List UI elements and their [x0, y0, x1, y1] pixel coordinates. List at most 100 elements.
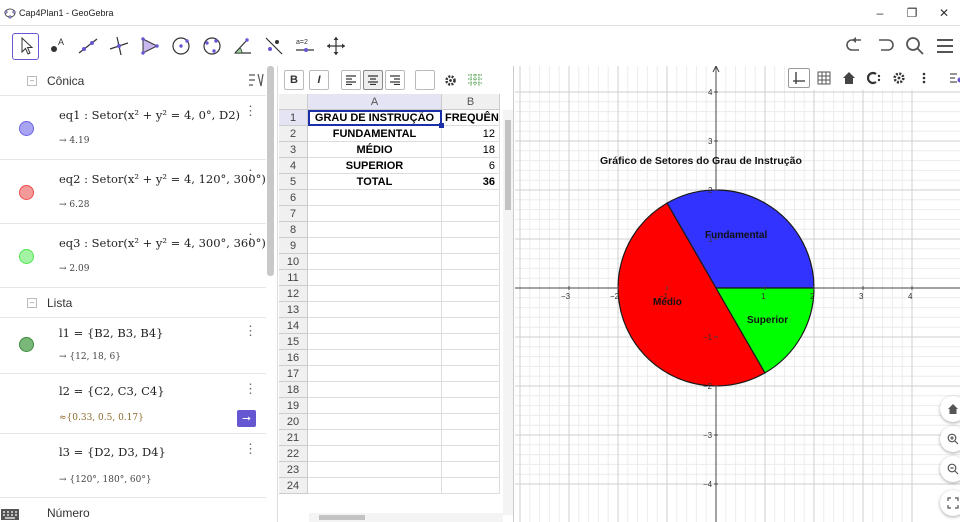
zoom-in-button[interactable] [940, 426, 960, 452]
cell-A11[interactable] [308, 270, 442, 286]
cell-A21[interactable] [308, 430, 442, 446]
more-options-button[interactable] [913, 68, 935, 88]
corner-header[interactable] [279, 94, 308, 110]
cell-color-button[interactable] [415, 70, 435, 90]
cell-B16[interactable] [442, 350, 500, 366]
row-header-4[interactable]: 4 [279, 158, 308, 174]
copy-style-button[interactable] [863, 68, 885, 88]
column-header-A[interactable]: A [308, 94, 442, 110]
cell-A22[interactable] [308, 446, 442, 462]
cell-B1[interactable]: FREQUÊN [442, 110, 500, 126]
fullscreen-button[interactable] [940, 490, 960, 516]
row-header-24[interactable]: 24 [279, 478, 308, 494]
row-header-12[interactable]: 12 [279, 286, 308, 302]
output-toggle-button[interactable]: ⭢ [237, 410, 256, 427]
cell-B8[interactable] [442, 222, 500, 238]
cell-B14[interactable] [442, 318, 500, 334]
section-lista[interactable]: – Lista [0, 288, 266, 318]
item-definition[interactable]: eq1 : Setor(x² + y² = 4, 0°, D2) [59, 108, 240, 122]
scroll-thumb[interactable] [319, 515, 365, 520]
row-header-8[interactable]: 8 [279, 222, 308, 238]
search-button[interactable] [900, 31, 930, 61]
spreadsheet-grid-button[interactable] [465, 70, 485, 90]
row-header-3[interactable]: 3 [279, 142, 308, 158]
algebra-item-l3[interactable]: l3 = {D2, D3, D4} → {120°, 180°, 60°} ⋮ [0, 434, 266, 498]
spreadsheet-horizontal-scrollbar[interactable] [309, 513, 503, 522]
cell-A17[interactable] [308, 366, 442, 382]
angle-tool-button[interactable] [229, 33, 256, 60]
cell-A20[interactable] [308, 414, 442, 430]
bold-button[interactable]: B [284, 70, 304, 90]
column-header-B[interactable]: B [442, 94, 500, 110]
row-header-15[interactable]: 15 [279, 334, 308, 350]
maximize-button[interactable]: ❐ [896, 0, 928, 26]
cell-B24[interactable] [442, 478, 500, 494]
move-view-tool-button[interactable] [322, 33, 349, 60]
row-header-1[interactable]: 1 [279, 110, 308, 126]
row-header-18[interactable]: 18 [279, 382, 308, 398]
cell-B23[interactable] [442, 462, 500, 478]
visibility-marker[interactable] [19, 121, 34, 136]
polygon-tool-button[interactable] [136, 33, 163, 60]
algebra-item-l1[interactable]: l1 = {B2, B3, B4} → {12, 18, 6} ⋮ [0, 318, 266, 374]
point-tool-button[interactable]: A [43, 33, 70, 60]
more-options-icon[interactable]: ⋮ [244, 232, 257, 245]
standard-view-button[interactable] [940, 396, 960, 422]
cell-A7[interactable] [308, 206, 442, 222]
collapse-icon[interactable]: – [27, 297, 37, 308]
graphics-settings-button[interactable] [888, 68, 910, 88]
collapse-icon[interactable]: – [27, 75, 37, 86]
cell-A5[interactable]: TOTAL [308, 174, 442, 190]
row-header-19[interactable]: 19 [279, 398, 308, 414]
section-conica[interactable]: – Cônica [0, 66, 266, 96]
cell-A13[interactable] [308, 302, 442, 318]
cell-A12[interactable] [308, 286, 442, 302]
row-header-2[interactable]: 2 [279, 126, 308, 142]
undo-button[interactable] [840, 31, 870, 61]
row-header-5[interactable]: 5 [279, 174, 308, 190]
fill-handle[interactable] [439, 123, 444, 128]
more-options-icon[interactable]: ⋮ [244, 168, 257, 181]
home-button[interactable] [838, 68, 860, 88]
move-tool-button[interactable] [12, 32, 39, 60]
cell-A18[interactable] [308, 382, 442, 398]
row-header-22[interactable]: 22 [279, 446, 308, 462]
visibility-marker[interactable] [19, 249, 34, 264]
circle-tool-button[interactable] [167, 33, 194, 60]
cell-A6[interactable] [308, 190, 442, 206]
section-numero[interactable]: Número [0, 498, 266, 522]
cell-B15[interactable] [442, 334, 500, 350]
toggle-style-bar-button[interactable] [945, 68, 960, 88]
close-button[interactable]: ✕ [928, 0, 960, 26]
cell-A1[interactable]: GRAU DE INSTRUÇÃO [308, 110, 442, 126]
algebra-item-eq2[interactable]: eq2 : Setor(x² + y² = 4, 120°, 300°) → 6… [0, 160, 266, 224]
item-definition[interactable]: eq3 : Setor(x² + y² = 4, 300°, 360°) [59, 236, 266, 250]
zoom-out-button[interactable] [940, 456, 960, 482]
cell-A14[interactable] [308, 318, 442, 334]
row-header-16[interactable]: 16 [279, 350, 308, 366]
cell-A19[interactable] [308, 398, 442, 414]
algebra-item-eq3[interactable]: eq3 : Setor(x² + y² = 4, 300°, 360°) → 2… [0, 224, 266, 288]
conic-tool-button[interactable] [198, 33, 225, 60]
cell-A10[interactable] [308, 254, 442, 270]
cell-B11[interactable] [442, 270, 500, 286]
cell-B2[interactable]: 12 [442, 126, 500, 142]
row-header-7[interactable]: 7 [279, 206, 308, 222]
spreadsheet-settings-button[interactable] [440, 70, 460, 90]
italic-button[interactable]: I [309, 70, 329, 90]
cell-A2[interactable]: FUNDAMENTAL [308, 126, 442, 142]
slider-tool-button[interactable]: a=2 [291, 33, 318, 60]
more-options-icon[interactable]: ⋮ [244, 324, 257, 337]
row-header-20[interactable]: 20 [279, 414, 308, 430]
cell-B4[interactable]: 6 [442, 158, 500, 174]
cell-B10[interactable] [442, 254, 500, 270]
menu-button[interactable] [930, 31, 960, 61]
redo-button[interactable] [870, 31, 900, 61]
align-left-button[interactable] [341, 70, 361, 90]
more-options-icon[interactable]: ⋮ [244, 104, 257, 117]
algebra-scrollbar[interactable] [267, 66, 274, 276]
cell-B9[interactable] [442, 238, 500, 254]
perpendicular-tool-button[interactable] [105, 33, 132, 60]
cell-A8[interactable] [308, 222, 442, 238]
axes-toggle-button[interactable] [788, 68, 810, 88]
